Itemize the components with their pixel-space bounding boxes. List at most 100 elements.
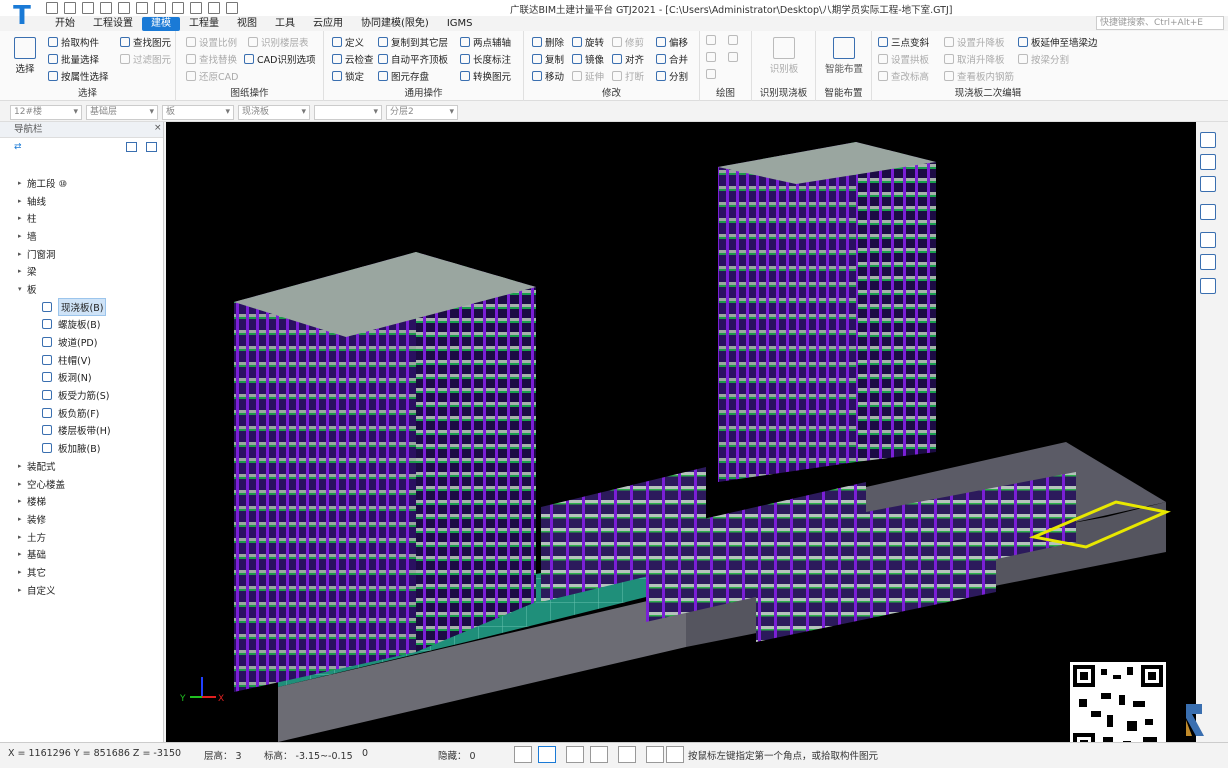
expand-right-icon[interactable]: ▸	[18, 462, 22, 470]
tree-item[interactable]: ▸ 轴线	[0, 192, 164, 210]
move-button[interactable]: 移动	[532, 69, 564, 83]
tree-subitem[interactable]: 板洞(N)	[0, 369, 164, 387]
find-element-button[interactable]: 查找图元	[120, 35, 171, 49]
tree-item[interactable]: ▸ 柱	[0, 209, 164, 227]
building-select[interactable]: 12#楼	[10, 105, 82, 120]
batch-select-button[interactable]: 批量选择	[48, 52, 99, 66]
tree-subitem[interactable]: 板负筋(F)	[0, 404, 164, 422]
grid-icon[interactable]	[154, 2, 166, 14]
rect-mode-button[interactable]	[538, 746, 556, 763]
lock-button[interactable]: 锁定	[332, 69, 364, 83]
view-3d-icon[interactable]	[1200, 176, 1216, 192]
model-canvas[interactable]: Y X	[166, 122, 1196, 742]
find-replace-button[interactable]: 查找替换	[186, 52, 237, 66]
quick-search-input[interactable]: 快捷键搜索、Ctrl+Alt+E	[1096, 16, 1224, 30]
tree-view-icon[interactable]	[146, 142, 157, 152]
cloud-check-button[interactable]: 云检查	[332, 52, 374, 66]
menu-modeling[interactable]: 建模	[142, 16, 180, 31]
offset-mode-button[interactable]	[618, 746, 636, 763]
two-point-axis-button[interactable]: 两点辅轴	[460, 35, 511, 49]
expand-right-icon[interactable]: ▸	[18, 179, 22, 187]
extend-slab-button[interactable]: 板延伸至墙梁边	[1018, 35, 1098, 49]
fit-screen-icon[interactable]	[1200, 232, 1216, 248]
tree-item[interactable]: ▾ 板	[0, 280, 164, 298]
expand-right-icon[interactable]: ▸	[18, 550, 22, 558]
menu-tools[interactable]: 工具	[266, 17, 304, 31]
tree-item[interactable]: ▸ 自定义	[0, 581, 164, 599]
expand-right-icon[interactable]: ▸	[18, 232, 22, 240]
view-2d-icon[interactable]	[1200, 154, 1216, 170]
tree-subitem[interactable]: 板加腋(B)	[0, 439, 164, 457]
rotate-view-icon[interactable]	[1200, 132, 1216, 148]
draw-point-button[interactable]	[706, 35, 716, 45]
expand-right-icon[interactable]: ▸	[18, 533, 22, 541]
tree-subitem[interactable]: 螺旋板(B)	[0, 316, 164, 334]
layer-select[interactable]: 分层2	[386, 105, 458, 120]
tree-item[interactable]: ▸ 施工段 ⑩	[0, 174, 164, 192]
extend-button[interactable]: 延伸	[572, 69, 604, 83]
set-scale-button[interactable]: 设置比例	[186, 35, 237, 49]
trim-button[interactable]: 修剪	[612, 35, 644, 49]
cancel-raise-lower-button[interactable]: 取消升降板	[944, 52, 1005, 66]
set-arch-slab-button[interactable]: 设置拱板	[878, 52, 929, 66]
copy-button[interactable]: 复制	[532, 52, 564, 66]
tree-item[interactable]: ▸ 其它	[0, 563, 164, 581]
open-icon[interactable]	[64, 2, 76, 14]
menu-view[interactable]: 视图	[228, 17, 266, 31]
split-button[interactable]: 分割	[656, 69, 688, 83]
rotate-button[interactable]: 旋转	[572, 35, 604, 49]
cross-mode-button[interactable]	[566, 746, 584, 763]
align-button[interactable]: 对齐	[612, 52, 644, 66]
tree-item[interactable]: ▸ 装配式	[0, 457, 164, 475]
expand-down-icon[interactable]: ▾	[18, 285, 22, 293]
menu-start[interactable]: 开始	[46, 17, 84, 31]
floor-select[interactable]: 基础层	[86, 105, 158, 120]
category-select[interactable]: 板	[162, 105, 234, 120]
redo-icon[interactable]	[118, 2, 130, 14]
delete-button[interactable]: 删除	[532, 35, 564, 49]
viewport-3d[interactable]: Y X	[166, 122, 1196, 742]
print-icon[interactable]	[226, 2, 238, 14]
tree-item[interactable]: ▸ 墙	[0, 227, 164, 245]
layers-icon[interactable]	[208, 2, 220, 14]
snap-mode-button[interactable]	[646, 746, 664, 763]
tree-item[interactable]: ▸ 梁	[0, 262, 164, 280]
filter-element-button[interactable]: 过滤图元	[120, 52, 171, 66]
save-element-button[interactable]: 图元存盘	[378, 69, 429, 83]
table-icon[interactable]	[172, 2, 184, 14]
break-button[interactable]: 打断	[612, 69, 644, 83]
set-raise-lower-button[interactable]: 设置升降板	[944, 35, 1005, 49]
split-by-beam-button[interactable]: 按梁分割	[1018, 52, 1069, 66]
tree-item[interactable]: ▸ 门窗洞	[0, 245, 164, 263]
menu-quantity[interactable]: 工程量	[180, 17, 228, 31]
line-mode-button[interactable]	[514, 746, 532, 763]
copy-to-floor-button[interactable]: 复制到其它层	[378, 35, 448, 49]
check-elevation-button[interactable]: 查改标高	[878, 69, 929, 83]
menu-cloud[interactable]: 云应用	[304, 17, 352, 31]
zoom-icon[interactable]	[1200, 254, 1216, 270]
close-panel-icon[interactable]: ×	[154, 123, 162, 133]
angle-mode-button[interactable]	[590, 746, 608, 763]
menu-project-settings[interactable]: 工程设置	[84, 17, 142, 31]
menu-collab[interactable]: 协同建模(限免)	[352, 17, 438, 31]
tree-subitem[interactable]: 坡道(PD)	[0, 333, 164, 351]
auto-align-slab-button[interactable]: 自动平齐顶板	[378, 52, 448, 66]
mirror-button[interactable]: 镜像	[572, 52, 604, 66]
recognize-floor-table-button[interactable]: 识别楼层表	[248, 35, 309, 49]
merge-button[interactable]: 合并	[656, 52, 688, 66]
select-button[interactable]: 选择	[14, 37, 36, 75]
smart-layout-button[interactable]: 智能布置	[820, 37, 868, 75]
tree-subitem[interactable]: 现浇板(B)	[0, 297, 164, 316]
list-view-icon[interactable]	[126, 142, 137, 152]
restore-cad-button[interactable]: 还原CAD	[186, 69, 238, 83]
hint-mode-button[interactable]	[666, 746, 684, 763]
three-point-slope-button[interactable]: 三点变斜	[878, 35, 929, 49]
expand-right-icon[interactable]: ▸	[18, 480, 22, 488]
expand-right-icon[interactable]: ▸	[18, 214, 22, 222]
component-type-select[interactable]: 现浇板	[238, 105, 310, 120]
expand-right-icon[interactable]: ▸	[18, 515, 22, 523]
draw-arc-button[interactable]	[706, 69, 716, 79]
recognize-slab-button[interactable]: 识别板	[758, 37, 810, 75]
tree-item[interactable]: ▸ 空心楼盖	[0, 475, 164, 493]
offset-button[interactable]: 偏移	[656, 35, 688, 49]
